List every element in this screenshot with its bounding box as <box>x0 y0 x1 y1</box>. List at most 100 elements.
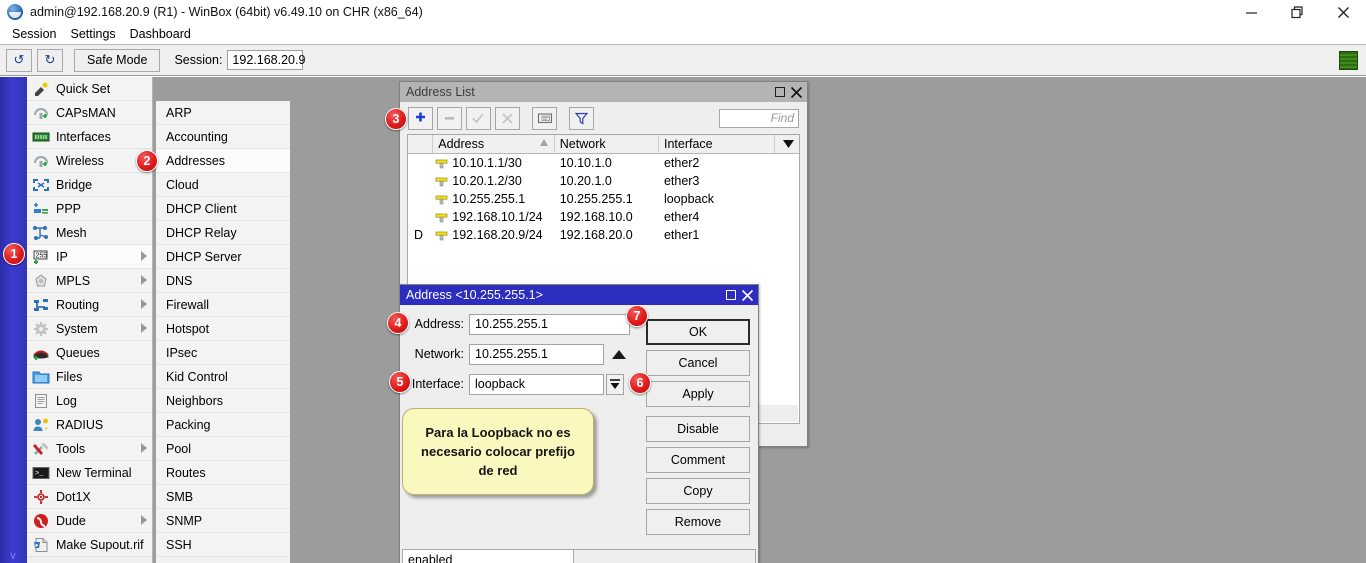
row-address-cell: 192.168.10.1/24 <box>433 208 554 226</box>
row-spacer <box>775 172 799 190</box>
address-dialog-maximize-button[interactable] <box>723 288 738 303</box>
submenu-item-label: DNS <box>166 274 192 288</box>
sidebar-item-label: Dot1X <box>56 490 91 504</box>
submenu-item-ssh[interactable]: SSH <box>156 533 290 557</box>
sidebar-item-interfaces[interactable]: Interfaces <box>27 125 152 149</box>
row-network: 10.10.1.0 <box>555 154 659 172</box>
sidebar-item-wireless[interactable]: Wireless <box>27 149 152 173</box>
safe-mode-button[interactable]: Safe Mode <box>74 49 160 72</box>
cancel-button[interactable]: Cancel <box>646 350 750 376</box>
submenu-item-pool[interactable]: Pool <box>156 437 290 461</box>
submenu-item-dns[interactable]: DNS <box>156 269 290 293</box>
submenu-item-cloud[interactable]: Cloud <box>156 173 290 197</box>
apply-button[interactable]: Apply <box>646 381 750 407</box>
sidebar-item-tools[interactable]: Tools <box>27 437 152 461</box>
find-input[interactable]: Find <box>719 109 799 128</box>
row-address: 10.10.1.1/30 <box>452 156 522 170</box>
row-interface: ether4 <box>659 208 775 226</box>
network-collapse-arrow-icon[interactable] <box>612 350 626 359</box>
sidebar-item-label: Log <box>56 394 77 408</box>
disable-address-button[interactable] <box>495 107 520 130</box>
sidebar-item-routing[interactable]: Routing <box>27 293 152 317</box>
minimize-button[interactable] <box>1228 0 1274 24</box>
menu-session[interactable]: Session <box>5 26 63 42</box>
submenu-item-kid-control[interactable]: Kid Control <box>156 365 290 389</box>
sidebar-item-bridge[interactable]: Bridge <box>27 173 152 197</box>
submenu-item-routes[interactable]: Routes <box>156 461 290 485</box>
network-input[interactable]: 10.255.255.1 <box>469 344 604 365</box>
sidebar-item-capsman[interactable]: CAPsMAN <box>27 101 152 125</box>
step-badge-4: 4 <box>387 312 409 334</box>
address-input[interactable]: 10.255.255.1 <box>469 314 630 335</box>
enable-address-button[interactable] <box>466 107 491 130</box>
comment-button[interactable]: Comment <box>646 447 750 473</box>
sidebar-item-log[interactable]: Log <box>27 389 152 413</box>
menu-dashboard[interactable]: Dashboard <box>123 26 198 42</box>
column-header-flags[interactable] <box>408 135 433 153</box>
remove-button[interactable]: Remove <box>646 509 750 535</box>
submenu-item-accounting[interactable]: Accounting <box>156 125 290 149</box>
table-row[interactable]: 10.255.255.110.255.255.1loopback <box>408 190 799 208</box>
address-list-close-button[interactable] <box>789 85 804 100</box>
column-header-network[interactable]: Network <box>555 135 659 153</box>
address-list-maximize-button[interactable] <box>772 85 787 100</box>
column-chooser-button[interactable] <box>775 135 799 153</box>
interface-input[interactable]: loopback <box>469 374 604 395</box>
queues-icon <box>31 344 51 362</box>
sidebar-item-mesh[interactable]: Mesh <box>27 221 152 245</box>
column-header-address[interactable]: Address <box>433 135 555 153</box>
submenu-item-firewall[interactable]: Firewall <box>156 293 290 317</box>
annotation-callout: Para la Loopback no es necesario colocar… <box>402 408 594 495</box>
sidebar-item-system[interactable]: System <box>27 317 152 341</box>
submenu-item-snmp[interactable]: SNMP <box>156 509 290 533</box>
address-dialog-titlebar[interactable]: Address <10.255.255.1> <box>400 285 758 305</box>
copy-button[interactable]: Copy <box>646 478 750 504</box>
sidebar-item-ip[interactable]: 255IP <box>27 245 152 269</box>
address-list-titlebar[interactable]: Address List <box>400 82 807 102</box>
redo-icon[interactable]: ↻ <box>37 49 63 72</box>
interface-dropdown-button[interactable] <box>606 374 624 395</box>
submenu-item-arp[interactable]: ARP <box>156 101 290 125</box>
files-icon <box>31 368 51 386</box>
close-button[interactable] <box>1320 0 1366 24</box>
comment-address-button[interactable] <box>532 107 557 130</box>
column-header-interface[interactable]: Interface <box>659 135 775 153</box>
tools-icon <box>31 440 51 458</box>
sidebar-item-new-terminal[interactable]: >_New Terminal <box>27 461 152 485</box>
row-address: 192.168.10.1/24 <box>452 210 542 224</box>
sidebar-item-files[interactable]: Files <box>27 365 152 389</box>
sidebar-item-make-supout-rif[interactable]: Make Supout.rif <box>27 533 152 557</box>
session-input[interactable]: 192.168.20.9 <box>227 50 303 70</box>
table-row[interactable]: 10.20.1.2/3010.20.1.0ether3 <box>408 172 799 190</box>
sidebar-item-ppp[interactable]: PPP <box>27 197 152 221</box>
address-dialog-close-button[interactable] <box>740 288 755 303</box>
remove-address-button[interactable] <box>437 107 462 130</box>
submenu-item-ipsec[interactable]: IPsec <box>156 341 290 365</box>
undo-icon[interactable]: ↺ <box>6 49 32 72</box>
sidebar-item-queues[interactable]: Queues <box>27 341 152 365</box>
svg-text:255: 255 <box>36 252 48 259</box>
submenu-item-addresses[interactable]: Addresses <box>156 149 290 173</box>
maximize-button[interactable] <box>1274 0 1320 24</box>
mesh-icon <box>31 224 51 242</box>
sidebar-item-dude[interactable]: Dude <box>27 509 152 533</box>
sidebar-item-radius[interactable]: RADIUS <box>27 413 152 437</box>
table-row[interactable]: 192.168.10.1/24192.168.10.0ether4 <box>408 208 799 226</box>
table-row[interactable]: 10.10.1.1/3010.10.1.0ether2 <box>408 154 799 172</box>
submenu-item-smb[interactable]: SMB <box>156 485 290 509</box>
sidebar-item-mpls[interactable]: MPLS <box>27 269 152 293</box>
submenu-item-dhcp-client[interactable]: DHCP Client <box>156 197 290 221</box>
table-row[interactable]: D192.168.20.9/24192.168.20.0ether1 <box>408 226 799 244</box>
ok-button[interactable]: OK <box>646 319 750 345</box>
submenu-item-neighbors[interactable]: Neighbors <box>156 389 290 413</box>
menu-settings[interactable]: Settings <box>63 26 122 42</box>
sidebar-item-quick-set[interactable]: Quick Set <box>27 77 152 101</box>
disable-button[interactable]: Disable <box>646 416 750 442</box>
sidebar-item-dot1x[interactable]: Dot1X <box>27 485 152 509</box>
submenu-item-hotspot[interactable]: Hotspot <box>156 317 290 341</box>
add-address-button[interactable] <box>408 107 433 130</box>
submenu-item-packing[interactable]: Packing <box>156 413 290 437</box>
submenu-item-dhcp-relay[interactable]: DHCP Relay <box>156 221 290 245</box>
filter-icon[interactable] <box>569 107 594 130</box>
submenu-item-dhcp-server[interactable]: DHCP Server <box>156 245 290 269</box>
